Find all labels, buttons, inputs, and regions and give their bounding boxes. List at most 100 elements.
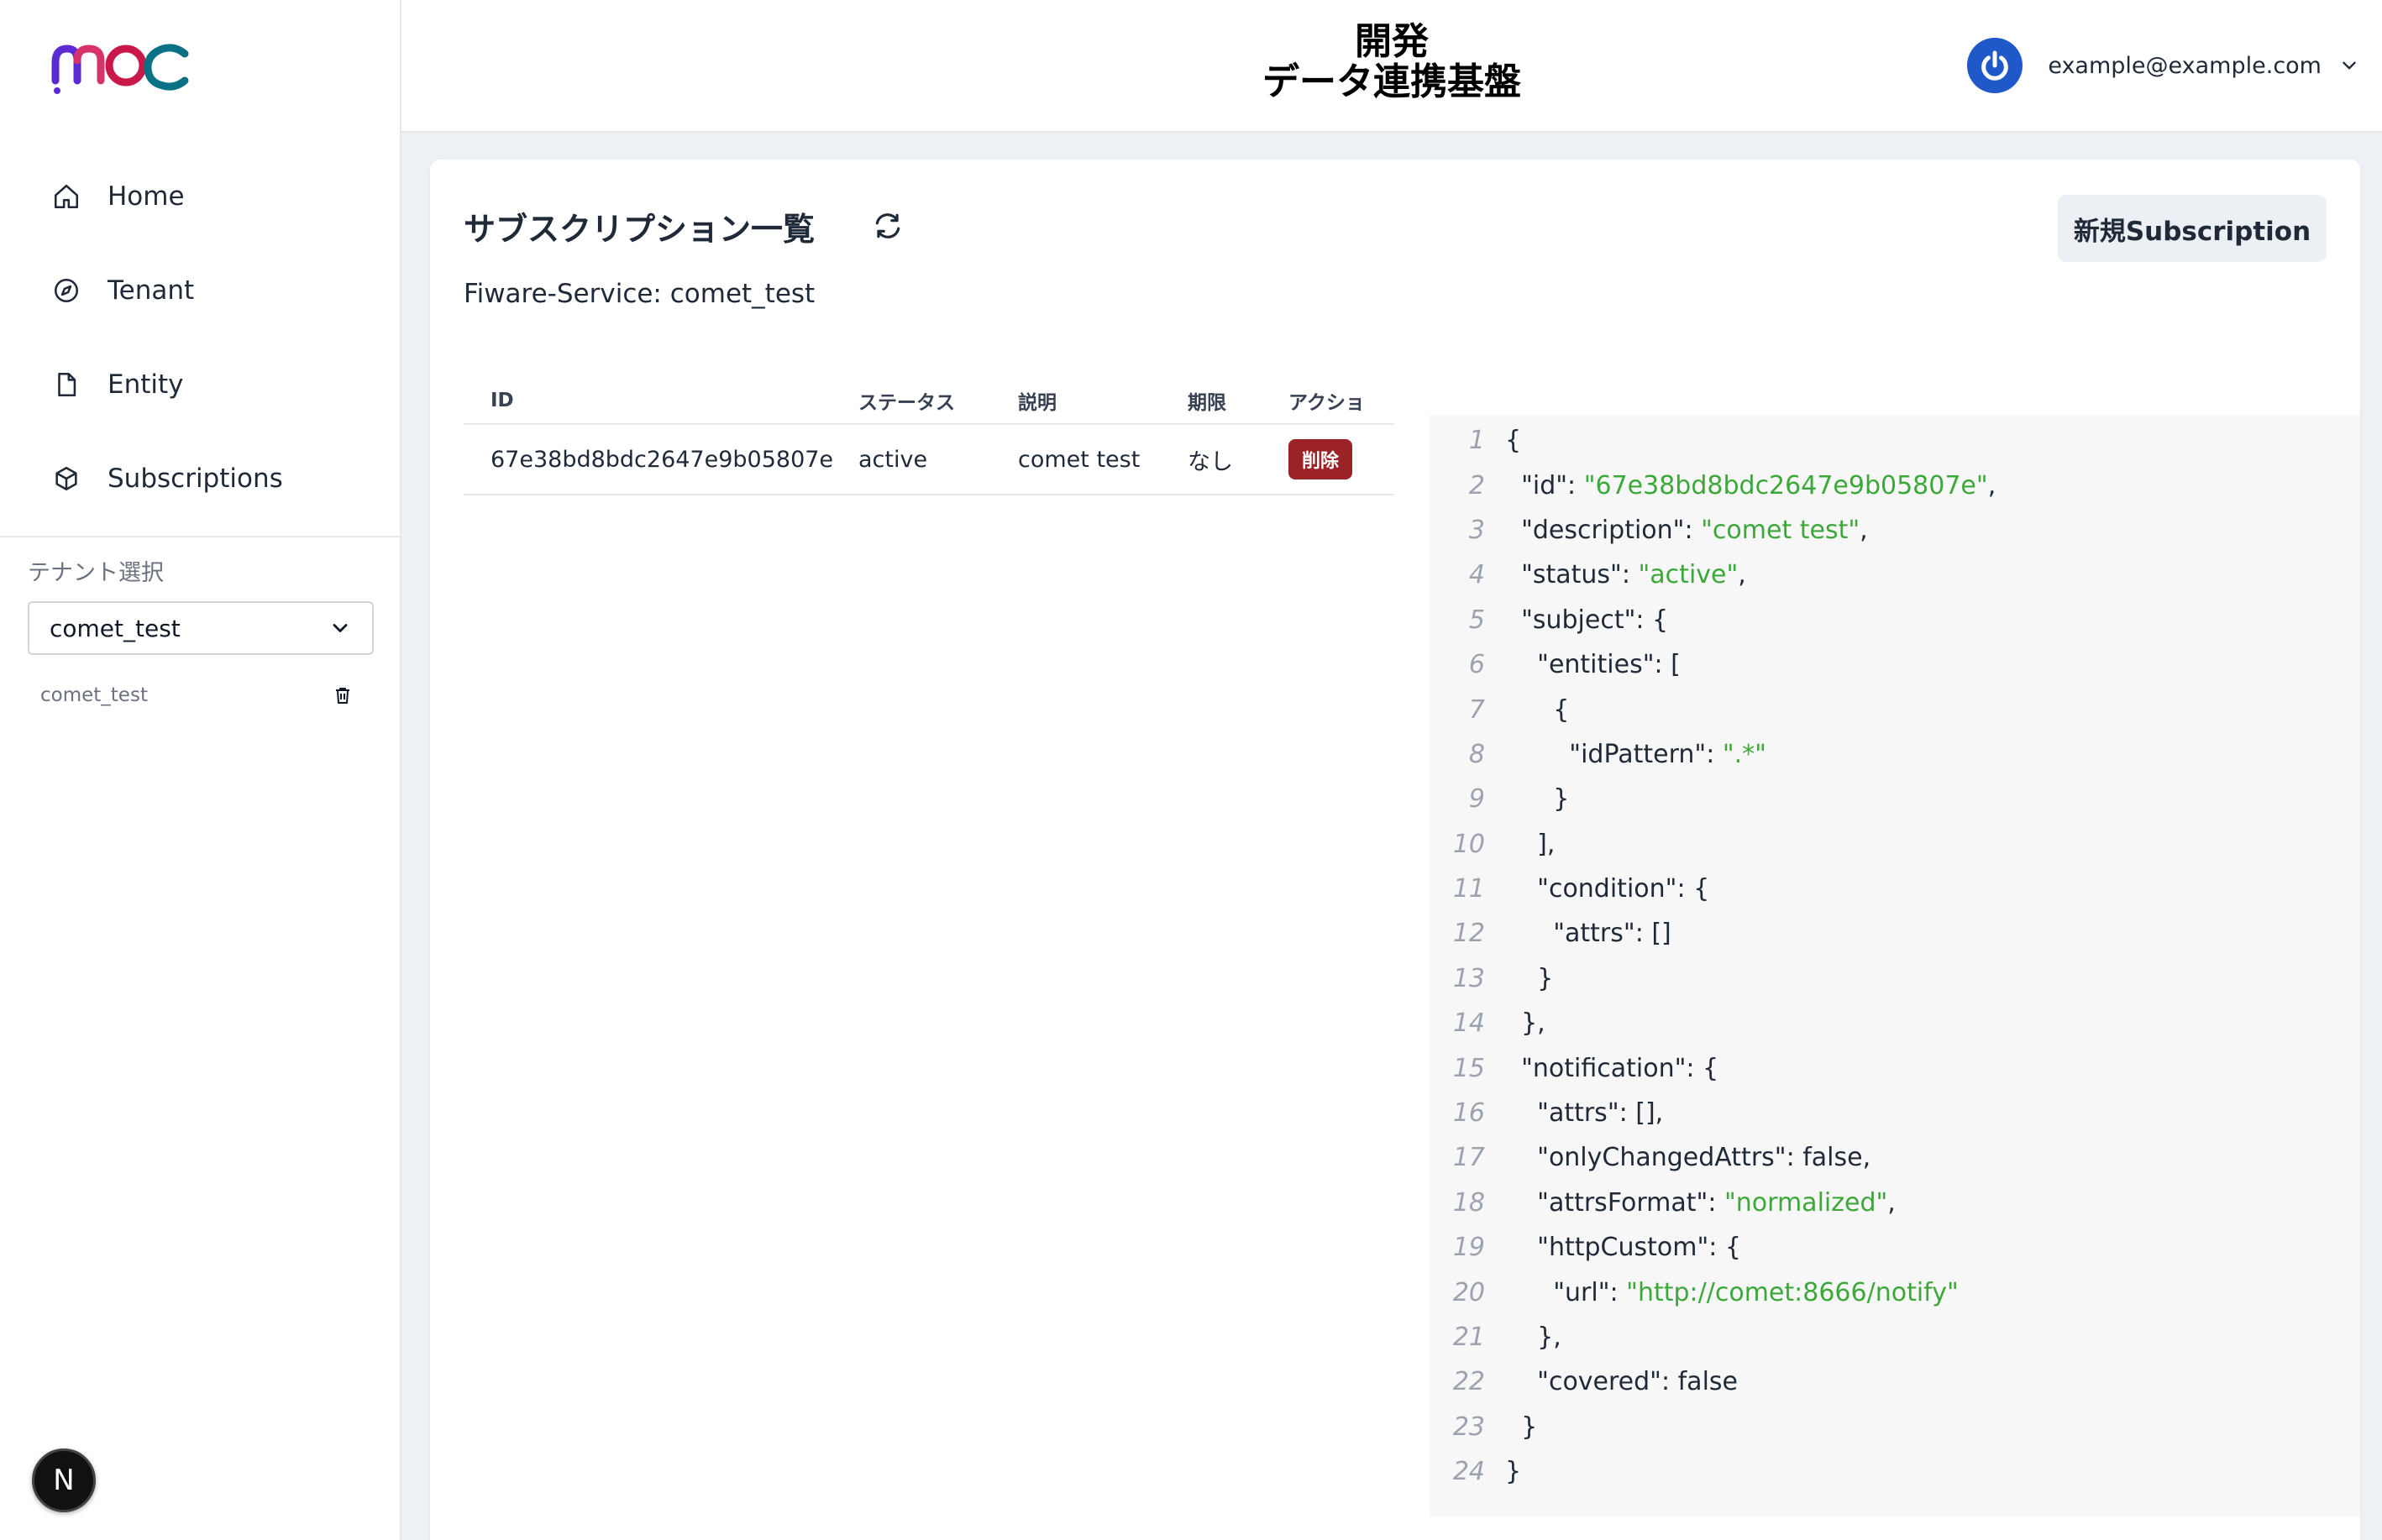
line-number: 22 <box>1452 1367 1485 1397</box>
json-token: "attrs": [] <box>1505 919 1671 949</box>
code-line: 13 } <box>1430 956 2360 1001</box>
code-text: "attrsFormat": "normalized", <box>1505 1188 1896 1218</box>
json-token: , <box>1887 1187 1896 1218</box>
line-number: 24 <box>1452 1457 1485 1487</box>
sidebar-item-label: Entity <box>108 369 184 400</box>
code-line: 3 "description": "comet test", <box>1430 508 2360 553</box>
line-number: 2 <box>1468 470 1485 500</box>
cell-id: 67e38bd8bdc2647e9b05807e <box>491 446 834 473</box>
code-text: } <box>1505 784 1569 814</box>
code-line: 21 }, <box>1430 1315 2360 1359</box>
trash-icon <box>336 688 349 704</box>
tenant-name: comet_test <box>40 684 148 706</box>
user-menu[interactable]: example@example.com <box>1967 34 2360 97</box>
json-token: "notification": { <box>1505 1053 1719 1083</box>
tenant-select[interactable]: comet_test <box>28 601 374 655</box>
json-string-value: "comet test" <box>1701 515 1860 545</box>
code-text: { <box>1505 695 1569 725</box>
code-line: 8 "idPattern": ".*" <box>1430 732 2360 777</box>
column-header-description: 説明 <box>1018 392 1057 414</box>
table-header: ID ステータス 説明 期限 アクショ <box>464 378 1394 425</box>
code-text: }, <box>1505 1323 1561 1352</box>
next-dev-badge[interactable]: N <box>32 1448 96 1512</box>
line-number: 10 <box>1452 829 1485 859</box>
code-text: "description": "comet test", <box>1505 516 1868 545</box>
code-text: "url": "http://comet:8666/notify" <box>1505 1278 1959 1307</box>
cell-status: active <box>858 446 928 473</box>
sidebar-item-home[interactable]: Home <box>0 149 400 244</box>
column-header-status: ステータス <box>858 392 955 414</box>
json-token: } <box>1505 784 1570 815</box>
json-string-value: "normalized" <box>1724 1187 1888 1218</box>
sidebar-item-entity[interactable]: Entity <box>0 338 400 432</box>
code-line: 16 "attrs": [], <box>1430 1091 2360 1135</box>
json-token: "covered": false <box>1505 1367 1738 1397</box>
code-text: "id": "67e38bd8bdc2647e9b05807e", <box>1505 471 1996 500</box>
delete-subscription-button[interactable]: 削除 <box>1288 439 1353 479</box>
line-number: 7 <box>1468 694 1485 725</box>
moc-logo[interactable] <box>49 34 193 101</box>
code-line: 10 ], <box>1430 822 2360 867</box>
line-number: 21 <box>1452 1323 1485 1352</box>
code-text: "httpCustom": { <box>1505 1233 1741 1262</box>
column-header-id: ID <box>491 390 514 411</box>
code-text: } <box>1505 1412 1537 1442</box>
json-string-value: "67e38bd8bdc2647e9b05807e" <box>1583 470 1988 500</box>
line-number: 19 <box>1452 1233 1485 1263</box>
line-number: 9 <box>1468 784 1485 815</box>
code-line: 12 "attrs": [] <box>1430 911 2360 956</box>
cube-icon <box>55 466 77 491</box>
code-line: 23 } <box>1430 1405 2360 1449</box>
line-number: 1 <box>1468 426 1485 456</box>
chevron-down-icon[interactable] <box>2338 55 2360 76</box>
json-token: , <box>1987 470 1996 500</box>
header: 開発 データ連携基盤 example@example.com <box>401 0 2382 133</box>
code-text: ], <box>1505 830 1555 859</box>
json-token: "id": <box>1505 470 1584 500</box>
subscription-json-viewer: 1{2 "id": "67e38bd8bdc2647e9b05807e", 3 "… <box>1430 415 2360 1516</box>
code-text: "status": "active", <box>1505 560 1746 589</box>
table-row[interactable]: 67e38bd8bdc2647e9b05807e active comet te… <box>464 425 1394 495</box>
code-line: 24} <box>1430 1449 2360 1494</box>
line-number: 23 <box>1452 1412 1485 1442</box>
sidebar-item-label: Home <box>108 181 185 212</box>
new-subscription-button[interactable]: 新規Subscription <box>2058 195 2327 262</box>
code-line: 19 "httpCustom": { <box>1430 1225 2360 1270</box>
json-token: "idPattern": <box>1505 739 1723 769</box>
json-token: { <box>1505 426 1522 456</box>
json-token: } <box>1505 1412 1538 1442</box>
json-string-value: "http://comet:8666/notify" <box>1626 1277 1959 1307</box>
line-number: 18 <box>1452 1187 1485 1218</box>
sidebar-item-tenant[interactable]: Tenant <box>0 244 400 338</box>
line-number: 16 <box>1452 1098 1485 1129</box>
code-text: "covered": false <box>1505 1367 1738 1396</box>
code-line: 2 "id": "67e38bd8bdc2647e9b05807e", <box>1430 463 2360 507</box>
code-line: 9 } <box>1430 777 2360 821</box>
tenant-list-item[interactable]: comet_test <box>40 678 354 712</box>
json-string-value: ".*" <box>1722 739 1766 769</box>
code-line: 20 "url": "http://comet:8666/notify" <box>1430 1270 2360 1314</box>
json-token: "subject": { <box>1505 605 1669 635</box>
json-token: , <box>1738 560 1746 590</box>
json-token: ], <box>1505 829 1556 859</box>
line-number: 17 <box>1452 1143 1485 1173</box>
line-number: 14 <box>1452 1008 1485 1039</box>
line-number: 3 <box>1468 515 1485 545</box>
line-number: 20 <box>1452 1277 1485 1307</box>
line-number: 11 <box>1452 874 1485 904</box>
user-email[interactable]: example@example.com <box>2048 53 2322 79</box>
delete-tenant-button[interactable] <box>331 684 354 707</box>
code-text: "attrs": [] <box>1505 919 1671 948</box>
line-number: 15 <box>1452 1053 1485 1083</box>
code-line: 15 "notification": { <box>1430 1045 2360 1090</box>
sidebar-item-subscriptions[interactable]: Subscriptions <box>0 432 400 526</box>
code-line: 18 "attrsFormat": "normalized", <box>1430 1181 2360 1225</box>
code-text: "onlyChangedAttrs": false, <box>1505 1143 1870 1172</box>
avatar[interactable] <box>1967 38 2023 93</box>
code-line: 4 "status": "active", <box>1430 553 2360 597</box>
code-text: } <box>1505 1457 1521 1486</box>
json-token: "attrsFormat": <box>1505 1187 1724 1218</box>
json-token: , <box>1860 515 1868 545</box>
power-icon <box>1981 50 2009 81</box>
refresh-icon[interactable] <box>872 210 904 242</box>
